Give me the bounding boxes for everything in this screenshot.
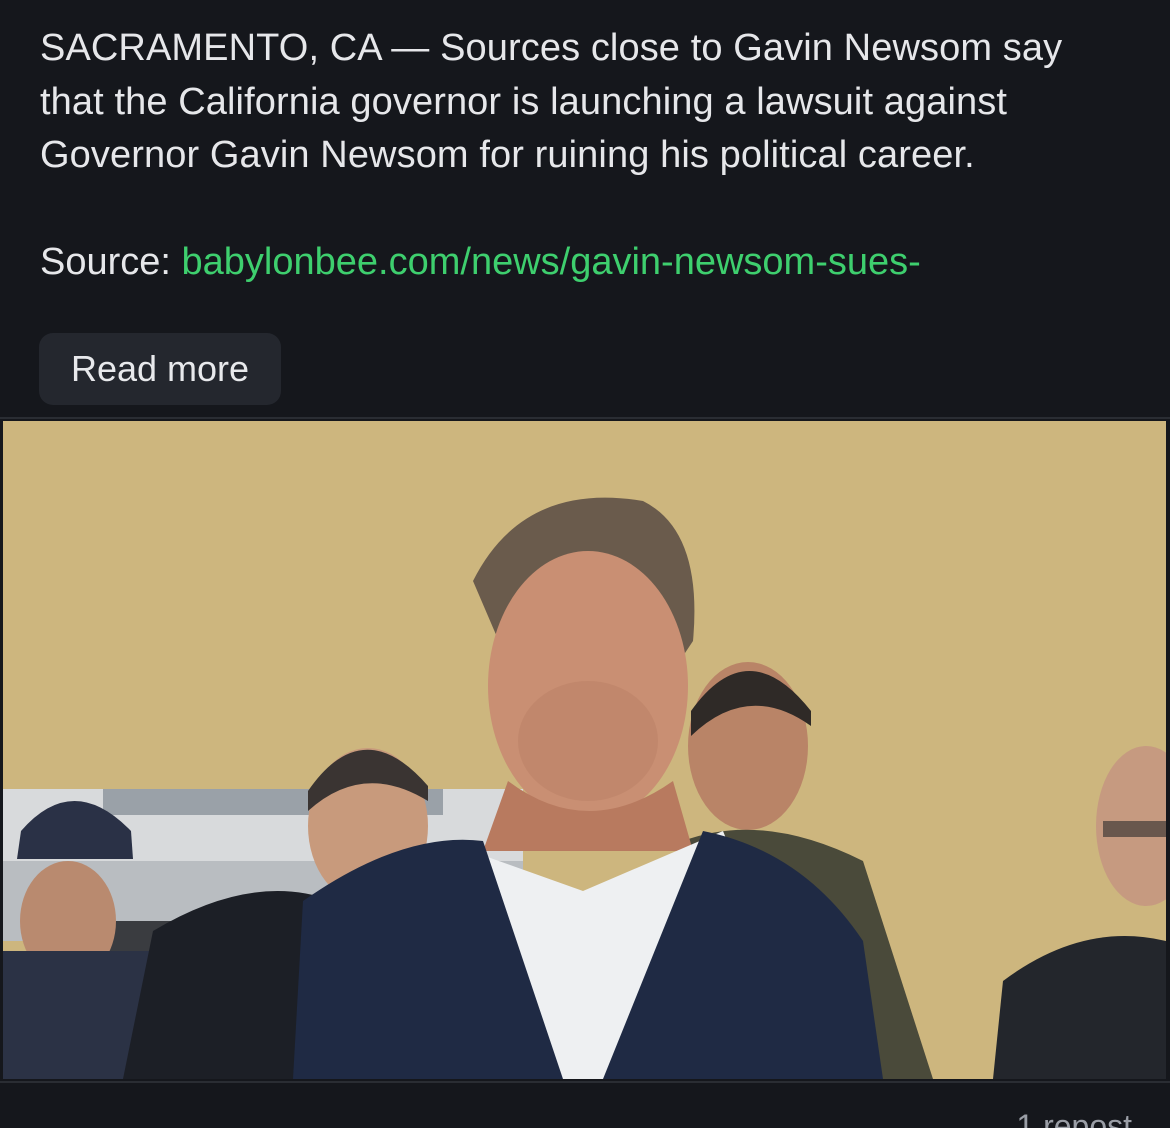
post-card: SACRAMENTO, CA — Sources close to Gavin … [0, 0, 1170, 1128]
post-text-container: SACRAMENTO, CA — Sources close to Gavin … [40, 22, 1130, 318]
source-link[interactable]: babylonbee.com/news/gavin-newsom-sues- [182, 241, 921, 283]
read-more-button[interactable]: Read more [39, 333, 281, 405]
divider [0, 1081, 1170, 1083]
source-label: Source: [40, 240, 171, 283]
photo-illustration [3, 421, 1166, 1079]
post-image[interactable] [3, 421, 1166, 1079]
post-source-line: Source: babylonbee.com/news/gavin-newsom… [40, 236, 1130, 290]
repost-count[interactable]: 1 repost [1016, 1108, 1132, 1128]
divider [0, 417, 1170, 419]
post-body-text: SACRAMENTO, CA — Sources close to Gavin … [40, 27, 1063, 176]
